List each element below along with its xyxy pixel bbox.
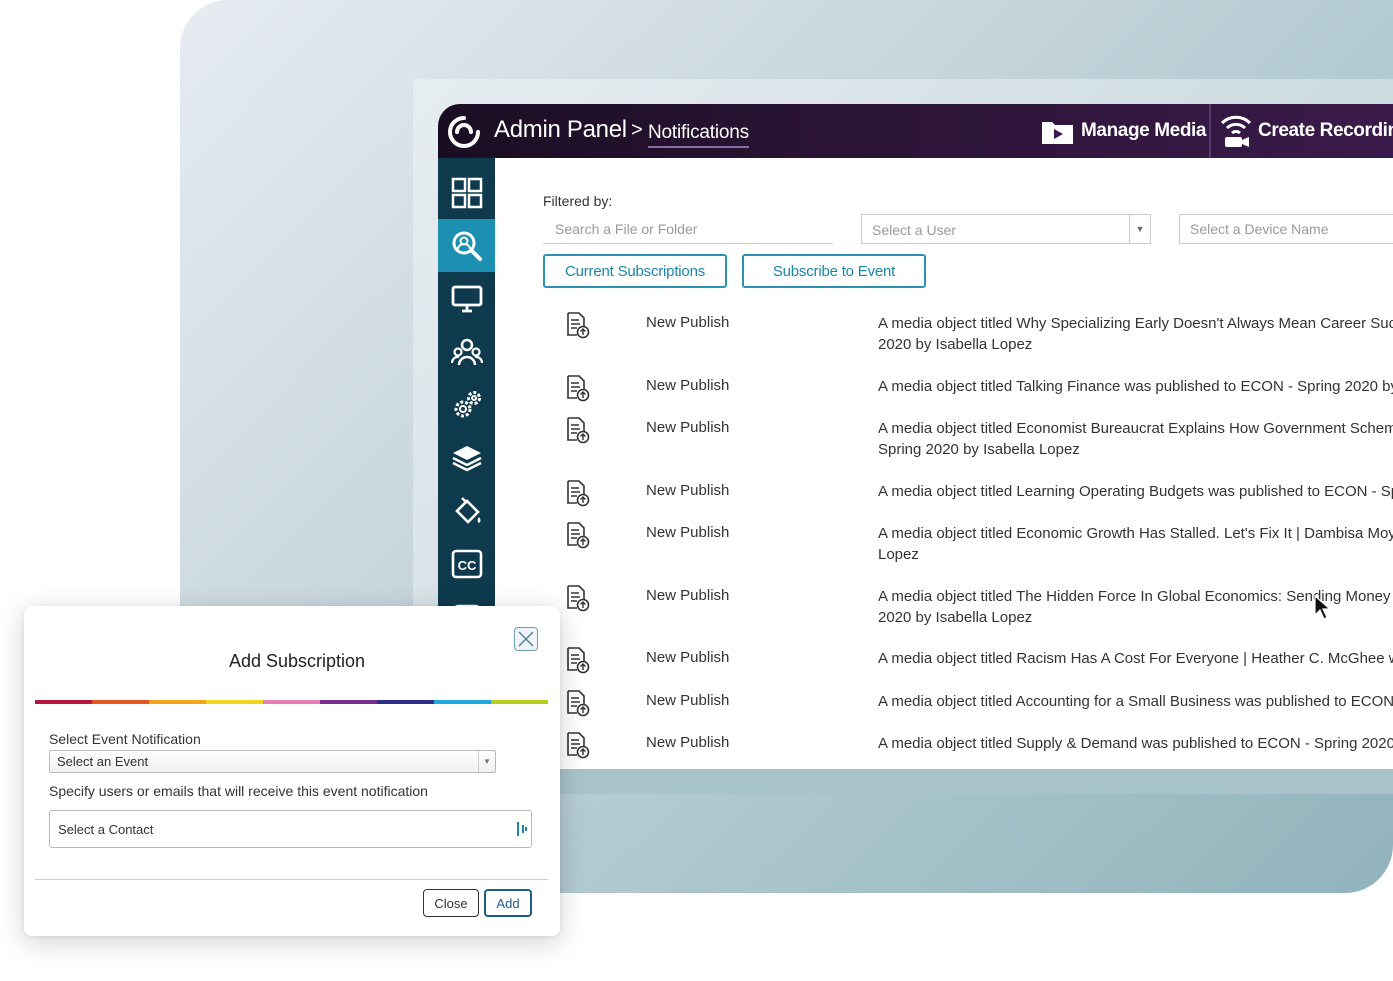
notification-description: A media object titled Why Specializing E… (878, 315, 1393, 353)
add-subscription-dialog: Add Subscription Select Event Notificati… (24, 606, 560, 936)
rainbow-segment (434, 700, 491, 704)
publish-document-icon (567, 522, 590, 549)
notification-description: A media object titled Racism Has A Cost … (878, 650, 1393, 667)
monitor-icon (451, 285, 482, 312)
sidebar-item-captions[interactable]: CC (438, 537, 495, 590)
dropdown-arrow-icon: ▼ (1129, 215, 1150, 243)
create-recording-label: Create Recordin (1258, 120, 1393, 141)
notification-event: New Publish (646, 649, 730, 666)
dropdown-arrow-icon: ▼ (478, 751, 495, 772)
recording-wifi-icon (1220, 115, 1252, 147)
contact-picker-icon[interactable] (516, 822, 528, 836)
manage-media-label: Manage Media (1081, 120, 1207, 141)
sidebar-item-dashboard[interactable] (438, 166, 495, 219)
notification-event: New Publish (646, 419, 730, 436)
rainbow-segment (377, 700, 434, 704)
publish-document-icon (567, 417, 590, 444)
layers-icon (451, 445, 482, 471)
publish-document-icon (567, 732, 590, 759)
page-title: Admin Panel (494, 116, 627, 143)
user-select[interactable]: Select a User ▼ (861, 214, 1151, 244)
dashboard-grid-icon (451, 177, 482, 208)
main-content: Filtered by: Select a User ▼ Current Sub… (495, 158, 1393, 769)
rainbow-segment (35, 700, 92, 704)
tab-subscribe-to-event[interactable]: Subscribe to Event (742, 254, 926, 288)
event-select-value: Select an Event (57, 754, 149, 769)
notification-event: New Publish (646, 314, 730, 331)
notification-event: New Publish (646, 524, 730, 541)
notification-description: A media object titled Economist Bureaucr… (878, 420, 1393, 458)
rainbow-segment (491, 700, 548, 704)
notification-event: New Publish (646, 692, 730, 709)
close-button[interactable]: Close (423, 889, 479, 917)
rainbow-segment (263, 700, 320, 704)
event-select[interactable]: Select an Event ▼ (49, 750, 496, 773)
closed-captions-icon: CC (451, 549, 482, 578)
publish-document-icon (567, 690, 590, 717)
paint-bucket-icon (454, 496, 480, 524)
tab-current-subscriptions[interactable]: Current Subscriptions (543, 254, 727, 288)
sidebar-item-settings[interactable] (438, 378, 495, 431)
dialog-footer-divider (35, 879, 548, 880)
media-folder-icon (1042, 122, 1073, 144)
sidebar-item-search[interactable] (438, 219, 495, 272)
notification-description: A media object titled Supply & Demand wa… (878, 735, 1393, 752)
mouse-cursor-icon (1314, 595, 1332, 620)
filter-label: Filtered by: (543, 193, 613, 209)
rainbow-segment (320, 700, 377, 704)
sidebar-item-devices[interactable] (438, 272, 495, 325)
recipients-label: Specify users or emails that will receiv… (49, 783, 428, 799)
contact-select-value: Select a Contact (58, 822, 154, 837)
sidebar-item-branding[interactable] (438, 484, 495, 537)
manage-media-button[interactable]: Manage Media (1040, 104, 1206, 158)
device-name-input[interactable] (1179, 214, 1393, 244)
admin-app-window: Admin Panel > Notifications Manage Media… (438, 104, 1393, 769)
rainbow-segment (206, 700, 263, 704)
gears-icon (454, 390, 481, 417)
notification-event: New Publish (646, 482, 730, 499)
publish-document-icon (567, 312, 590, 339)
breadcrumb-separator: > (631, 119, 643, 141)
notification-event: New Publish (646, 734, 730, 751)
notification-event: New Publish (646, 587, 730, 604)
search-file-input[interactable] (543, 214, 833, 244)
users-group-icon (450, 338, 483, 365)
rainbow-segment (149, 700, 206, 704)
dialog-close-button[interactable] (514, 627, 538, 651)
user-select-value: Select a User (872, 222, 957, 238)
publish-document-icon (567, 585, 590, 612)
notification-description: A media object titled Accounting for a S… (878, 693, 1393, 710)
add-button[interactable]: Add (484, 889, 532, 917)
toolbar-divider (1209, 104, 1211, 158)
notification-description: A media object titled Learning Operating… (878, 483, 1393, 500)
rainbow-divider (35, 700, 548, 704)
publish-document-icon (567, 480, 590, 507)
dialog-title: Add Subscription (228, 651, 366, 671)
sidebar-item-users[interactable] (438, 325, 495, 378)
notification-description: A media object titled Talking Finance wa… (878, 378, 1393, 395)
background-band (560, 769, 1393, 794)
publish-document-icon (567, 375, 590, 402)
event-notification-label: Select Event Notification (49, 731, 201, 747)
app-logo-icon[interactable] (446, 114, 482, 150)
cc-label: CC (457, 558, 476, 573)
sidebar-item-layers[interactable] (438, 431, 495, 484)
rainbow-segment (92, 700, 149, 704)
close-icon (518, 631, 534, 647)
top-navigation-bar: Admin Panel > Notifications Manage Media… (438, 104, 1393, 158)
breadcrumb-notifications[interactable]: Notifications (648, 122, 749, 148)
notification-description: A media object titled Economic Growth Ha… (878, 525, 1393, 563)
contact-select[interactable]: Select a Contact (49, 810, 532, 848)
search-icon (452, 231, 482, 261)
notification-event: New Publish (646, 377, 730, 394)
create-recording-button[interactable]: Create Recordin (1219, 104, 1393, 158)
